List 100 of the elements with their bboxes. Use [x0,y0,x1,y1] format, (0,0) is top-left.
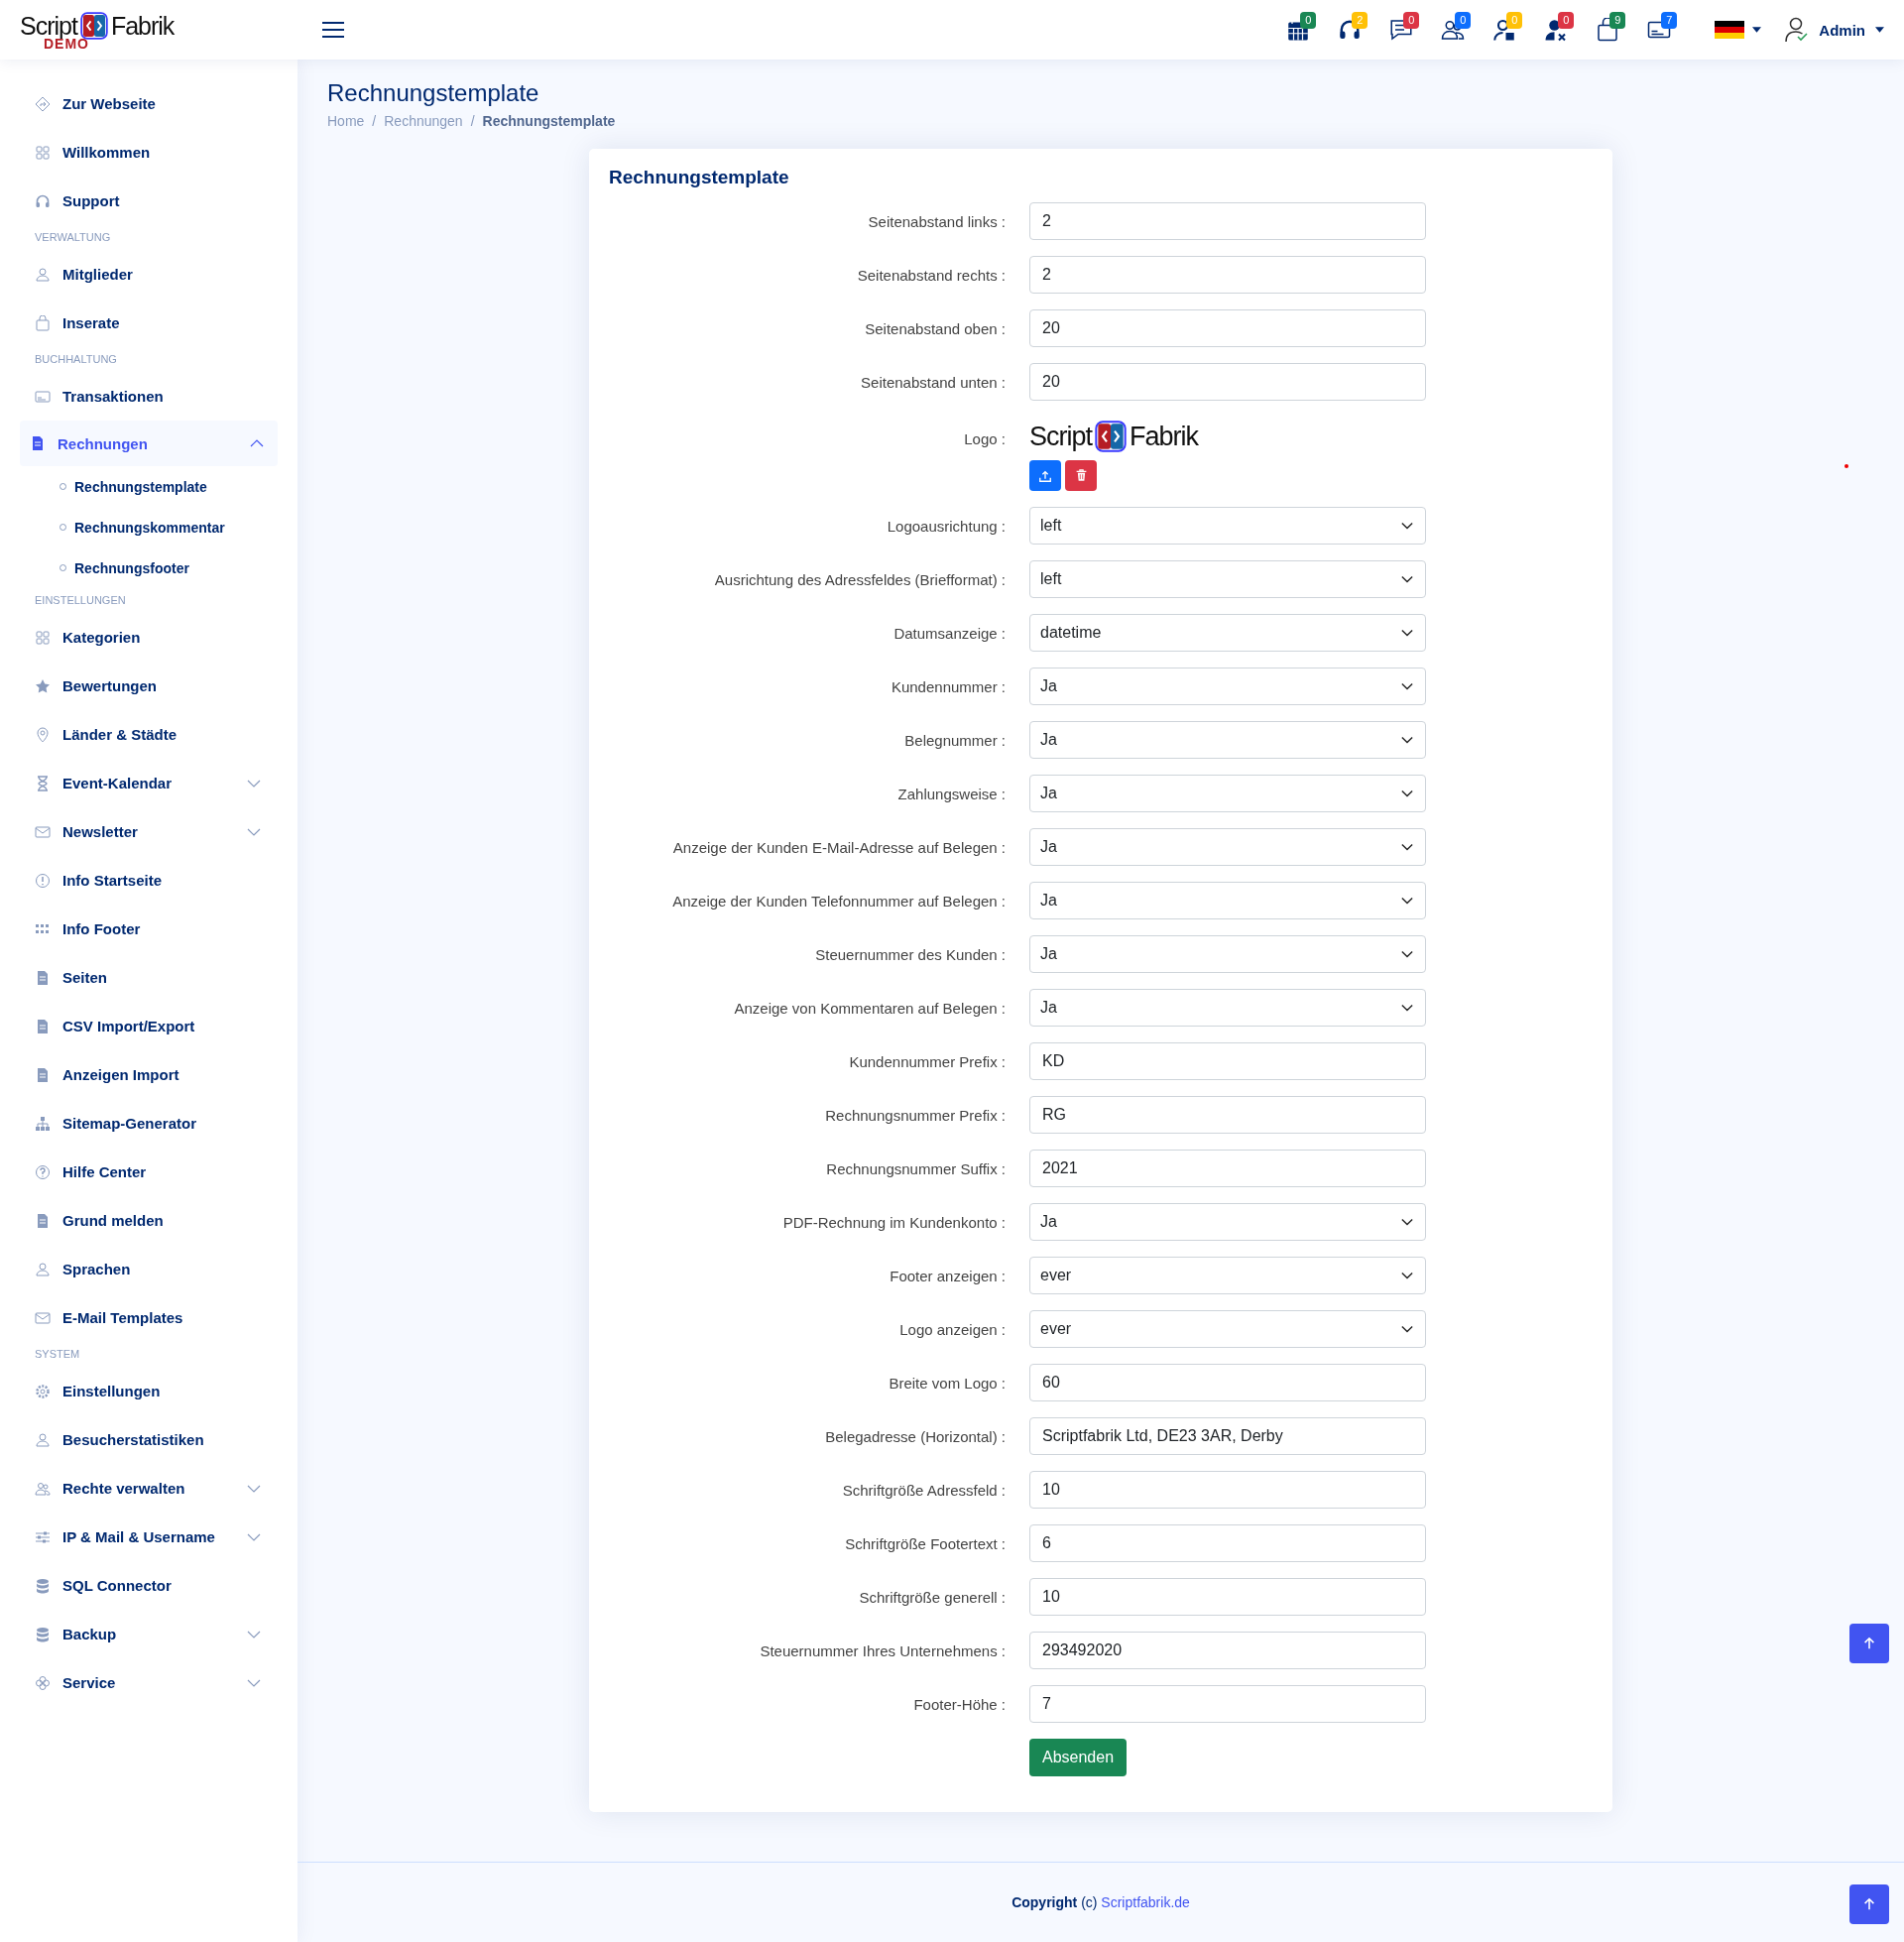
select-field[interactable]: Ja [1029,775,1426,812]
select-value: ever [1040,1267,1072,1284]
nav-item[interactable]: Besucherstatistiken [20,1415,278,1464]
user-icon [35,1431,51,1448]
field-label: Ausrichtung des Adressfeldes (Briefformat) : [713,570,1006,588]
input-field[interactable]: 60 [1029,1364,1426,1401]
nav-item[interactable]: CSV Import/Export [20,1002,278,1050]
nav-item[interactable]: Mitglieder [20,250,278,299]
field-label: Schriftgröße Adressfeld : [841,1481,1006,1499]
input-field[interactable]: 10 [1029,1578,1426,1616]
nav-item[interactable]: Hilfe Center [20,1148,278,1196]
nav-item[interactable]: Backup [20,1610,278,1658]
card-icon [35,388,51,405]
select-field[interactable]: Ja [1029,828,1426,866]
field-label: Seitenabstand links : [867,212,1006,230]
user-menu[interactable]: Admin [1779,16,1890,44]
nav-item[interactable]: Info Footer [20,905,278,953]
nav-item[interactable]: Länder & Städte [20,710,278,759]
select-field[interactable]: Ja [1029,1203,1426,1241]
nav-item[interactable]: Rechnungen [20,421,278,466]
nav-item[interactable]: Service [20,1658,278,1707]
input-field[interactable]: Scriptfabrik Ltd, DE23 3AR, Derby [1029,1417,1426,1455]
section-heading: EINSTELLUNGEN [34,593,127,608]
input-field[interactable]: 2 [1029,256,1426,294]
nav-item[interactable]: Sitemap-Generator [20,1099,278,1148]
select-field[interactable]: Ja [1029,721,1426,759]
user-remove-button[interactable]: 0 [1530,10,1583,50]
field-label: Kundennummer Prefix : [848,1052,1006,1070]
input-field[interactable]: 7 [1029,1685,1426,1723]
chevron-icon [1401,1004,1413,1012]
input-field[interactable]: KD [1029,1042,1426,1080]
user-lock-icon [1492,18,1517,42]
chat-button[interactable]: 0 [1375,10,1428,50]
input-field[interactable]: 20 [1029,309,1426,347]
input-field[interactable]: 2021 [1029,1150,1426,1187]
select-field[interactable]: Ja [1029,935,1426,973]
select-field[interactable]: Ja [1029,668,1426,705]
input-field[interactable]: 20 [1029,363,1426,401]
sub-nav-item[interactable]: Rechnungskommentar [20,507,278,547]
input-field[interactable]: 293492020 [1029,1632,1426,1669]
delete-button[interactable] [1065,460,1097,491]
select-field[interactable]: ever [1029,1257,1426,1294]
calendar-button[interactable]: 0 [1272,10,1325,50]
nav-item[interactable]: Bewertungen [20,662,278,710]
user-name: Admin [1819,21,1865,39]
nav-item[interactable]: Einstellungen [20,1367,278,1415]
nav-item[interactable]: SQL Connector [20,1561,278,1610]
nav-item[interactable]: Zur Webseite [20,79,278,128]
input-field[interactable]: 10 [1029,1471,1426,1509]
count-badge: 0 [1455,12,1472,29]
select-field[interactable]: ever [1029,1310,1426,1348]
card-button[interactable]: 7 [1633,10,1686,50]
nav-item[interactable]: IP & Mail & Username [20,1513,278,1561]
select-field[interactable]: datetime [1029,614,1426,652]
chevron-icon [1401,1272,1413,1279]
count-badge: 0 [1403,12,1420,29]
input-field[interactable]: RG [1029,1096,1426,1134]
select-value: Ja [1040,731,1057,749]
select-field[interactable]: left [1029,560,1426,598]
select-value: Ja [1040,785,1057,802]
select-field[interactable]: Ja [1029,882,1426,919]
breadcrumb-current: Rechnungstemplate [482,113,616,129]
select-field[interactable]: left [1029,507,1426,545]
field-label: PDF-Rechnung im Kundenkonto : [781,1213,1006,1231]
arrow-up-icon [1862,1897,1876,1911]
nav-item[interactable]: E-Mail Templates [20,1293,278,1342]
user-icon [35,1261,51,1277]
nav-item[interactable]: Grund melden [20,1196,278,1245]
nav-item[interactable]: Seiten [20,953,278,1002]
submit-button[interactable]: Absenden [1029,1739,1128,1776]
nav-item[interactable]: Event-Kalendar [20,759,278,807]
website-link[interactable]: Scriptfabrik.de [1101,1894,1190,1910]
select-field[interactable]: Ja [1029,989,1426,1027]
scroll-top-button[interactable] [1849,1624,1889,1663]
sub-nav-item[interactable]: Rechnungstemplate [20,466,278,507]
field-label: Footer-Höhe : [912,1695,1006,1713]
database-icon [35,1626,51,1642]
bag-button[interactable]: 9 [1582,10,1634,50]
dot [1844,464,1848,468]
count-badge: 7 [1661,12,1678,29]
document-icon [35,1066,51,1083]
nav-item[interactable]: Kategorien [20,613,278,662]
nav-item[interactable]: Inserate [20,299,278,347]
nav-item[interactable]: Rechte verwalten [20,1464,278,1513]
sub-nav-item[interactable]: Rechnungsfooter [20,547,278,588]
nav-item[interactable]: Info Startseite [20,856,278,905]
menu-icon [322,22,344,38]
user-icon [1785,17,1810,43]
nav-item[interactable]: Support [20,177,278,225]
upload-button[interactable] [1029,460,1061,491]
users-button[interactable]: 0 [1427,10,1480,50]
users-icon [35,1480,51,1497]
scroll-top-button[interactable] [1849,1884,1889,1924]
input-field[interactable]: 6 [1029,1524,1426,1562]
nav-item[interactable]: Anzeigen Import [20,1050,278,1099]
input-field[interactable]: 2 [1029,202,1426,240]
nav-item[interactable]: Newsletter [20,807,278,856]
nav-item[interactable]: Willkommen [20,128,278,177]
nav-item[interactable]: Sprachen [20,1245,278,1293]
nav-item[interactable]: Transaktionen [20,372,278,421]
